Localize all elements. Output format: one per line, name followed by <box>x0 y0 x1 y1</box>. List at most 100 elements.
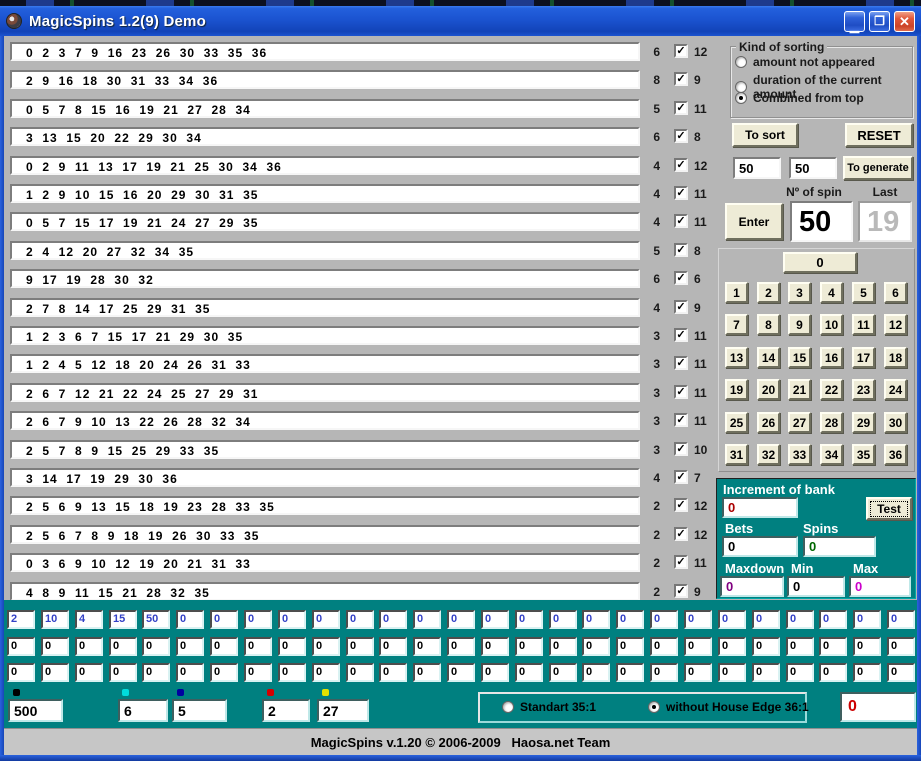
n-of-spin-value[interactable]: 50 <box>790 201 853 242</box>
row-checkbox[interactable]: ✓ <box>674 300 688 314</box>
numpad-button-12[interactable]: 12 <box>884 314 907 335</box>
payout-option[interactable]: without House Edge 36:1 <box>648 700 809 714</box>
grid-cell[interactable]: 0 <box>210 610 238 629</box>
grid-cell[interactable]: 0 <box>346 637 374 656</box>
grid-cell[interactable]: 0 <box>650 610 678 629</box>
grid-cell[interactable]: 0 <box>413 663 441 682</box>
grid-cell[interactable]: 0 <box>684 610 712 629</box>
grid-cell[interactable]: 0 <box>887 663 915 682</box>
grid-cell[interactable]: 50 <box>142 610 170 629</box>
row-checkbox[interactable]: ✓ <box>674 271 688 285</box>
grid-cell[interactable]: 0 <box>7 663 35 682</box>
grid-cell[interactable]: 0 <box>786 637 814 656</box>
grid-cell[interactable]: 0 <box>515 610 543 629</box>
last-value-field[interactable]: 19 <box>858 201 912 242</box>
numpad-button-23[interactable]: 23 <box>852 379 875 400</box>
grid-cell[interactable]: 0 <box>481 610 509 629</box>
grid-cell[interactable]: 0 <box>278 610 306 629</box>
grid-cell[interactable]: 0 <box>447 637 475 656</box>
grid-cell[interactable]: 0 <box>616 637 644 656</box>
numpad-button-4[interactable]: 4 <box>820 282 843 303</box>
row-checkbox[interactable]: ✓ <box>674 527 688 541</box>
grid-cell[interactable]: 0 <box>887 637 915 656</box>
spin-row-input[interactable]: 2 4 12 20 27 32 34 35 <box>10 241 640 260</box>
numpad-button-27[interactable]: 27 <box>788 412 811 433</box>
generate-count-input-2[interactable]: 50 <box>789 157 837 179</box>
numpad-button-26[interactable]: 26 <box>757 412 780 433</box>
spin-row-input[interactable]: 0 3 6 9 10 12 19 20 21 31 33 <box>10 553 640 572</box>
test-button[interactable]: Test <box>866 497 912 520</box>
row-checkbox[interactable]: ✓ <box>674 385 688 399</box>
numpad-button-31[interactable]: 31 <box>725 444 748 465</box>
spins-value-field[interactable]: 0 <box>803 536 876 557</box>
close-button[interactable]: ✕ <box>894 11 915 32</box>
bet-amount-field[interactable]: 5 <box>172 699 227 722</box>
spin-row-input[interactable]: 3 14 17 19 29 30 36 <box>10 468 640 487</box>
numpad-button-11[interactable]: 11 <box>852 314 875 335</box>
numpad-button-19[interactable]: 19 <box>725 379 748 400</box>
grid-cell[interactable]: 0 <box>447 663 475 682</box>
sorting-option[interactable]: amount not appeared <box>735 55 875 69</box>
numpad-button-13[interactable]: 13 <box>725 347 748 368</box>
row-checkbox[interactable]: ✓ <box>674 101 688 115</box>
spin-row-input[interactable]: 2 5 6 9 13 15 18 19 23 28 33 35 <box>10 496 640 515</box>
numpad-button-16[interactable]: 16 <box>820 347 843 368</box>
enter-button[interactable]: Enter <box>725 203 783 240</box>
grid-cell[interactable]: 0 <box>41 663 69 682</box>
numpad-button-9[interactable]: 9 <box>788 314 811 335</box>
grid-cell[interactable]: 0 <box>244 610 272 629</box>
numpad-button-34[interactable]: 34 <box>820 444 843 465</box>
grid-cell[interactable]: 0 <box>176 637 204 656</box>
maximize-button[interactable]: ❐ <box>869 11 890 32</box>
numpad-button-29[interactable]: 29 <box>852 412 875 433</box>
to-sort-button[interactable]: To sort <box>732 123 798 147</box>
grid-cell[interactable]: 0 <box>582 610 610 629</box>
numpad-button-20[interactable]: 20 <box>757 379 780 400</box>
grid-cell[interactable]: 0 <box>278 637 306 656</box>
row-checkbox[interactable]: ✓ <box>674 555 688 569</box>
row-checkbox[interactable]: ✓ <box>674 214 688 228</box>
spin-row-input[interactable]: 2 5 7 8 9 15 25 29 33 35 <box>10 440 640 459</box>
grid-cell[interactable]: 0 <box>684 637 712 656</box>
spin-row-input[interactable]: 3 13 15 20 22 29 30 34 <box>10 127 640 146</box>
grid-cell[interactable]: 0 <box>515 637 543 656</box>
min-value-field[interactable]: 0 <box>787 576 845 597</box>
grid-cell[interactable]: 0 <box>752 663 780 682</box>
grid-cell[interactable]: 0 <box>142 637 170 656</box>
reset-button[interactable]: RESET <box>845 123 913 147</box>
grid-cell[interactable]: 4 <box>75 610 103 629</box>
grid-cell[interactable]: 0 <box>718 663 746 682</box>
grid-cell[interactable]: 0 <box>515 663 543 682</box>
grid-cell[interactable]: 0 <box>75 637 103 656</box>
grid-cell[interactable]: 0 <box>244 637 272 656</box>
generate-count-input-1[interactable]: 50 <box>733 157 781 179</box>
grid-cell[interactable]: 15 <box>109 610 137 629</box>
grid-cell[interactable]: 0 <box>481 663 509 682</box>
spin-row-input[interactable]: 1 2 3 6 7 15 17 21 29 30 35 <box>10 326 640 345</box>
row-checkbox[interactable]: ✓ <box>674 328 688 342</box>
numpad-button-28[interactable]: 28 <box>820 412 843 433</box>
spin-row-input[interactable]: 0 5 7 8 15 16 19 21 27 28 34 <box>10 99 640 118</box>
grid-cell[interactable]: 0 <box>447 610 475 629</box>
grid-cell[interactable]: 0 <box>109 663 137 682</box>
grid-cell[interactable]: 0 <box>210 637 238 656</box>
sorting-option[interactable]: Combined from top <box>735 91 864 105</box>
row-checkbox[interactable]: ✓ <box>674 158 688 172</box>
grid-cell[interactable]: 0 <box>684 663 712 682</box>
spin-row-input[interactable]: 0 2 3 7 9 16 23 26 30 33 35 36 <box>10 42 640 61</box>
bets-value-field[interactable]: 0 <box>722 536 798 557</box>
row-checkbox[interactable]: ✓ <box>674 356 688 370</box>
grid-cell[interactable]: 0 <box>312 610 340 629</box>
bet-amount-field[interactable]: 2 <box>262 699 310 722</box>
grid-cell[interactable]: 0 <box>549 637 577 656</box>
increment-value-field[interactable]: 0 <box>722 497 798 518</box>
spin-row-input[interactable]: 1 2 4 5 12 18 20 24 26 31 33 <box>10 354 640 373</box>
result-field[interactable]: 0 <box>840 692 916 722</box>
spin-row-input[interactable]: 9 17 19 28 30 32 <box>10 269 640 288</box>
grid-cell[interactable]: 0 <box>582 637 610 656</box>
numpad-button-15[interactable]: 15 <box>788 347 811 368</box>
numpad-button-36[interactable]: 36 <box>884 444 907 465</box>
grid-cell[interactable]: 0 <box>210 663 238 682</box>
grid-cell[interactable]: 0 <box>142 663 170 682</box>
maxdown-value-field[interactable]: 0 <box>720 576 784 597</box>
